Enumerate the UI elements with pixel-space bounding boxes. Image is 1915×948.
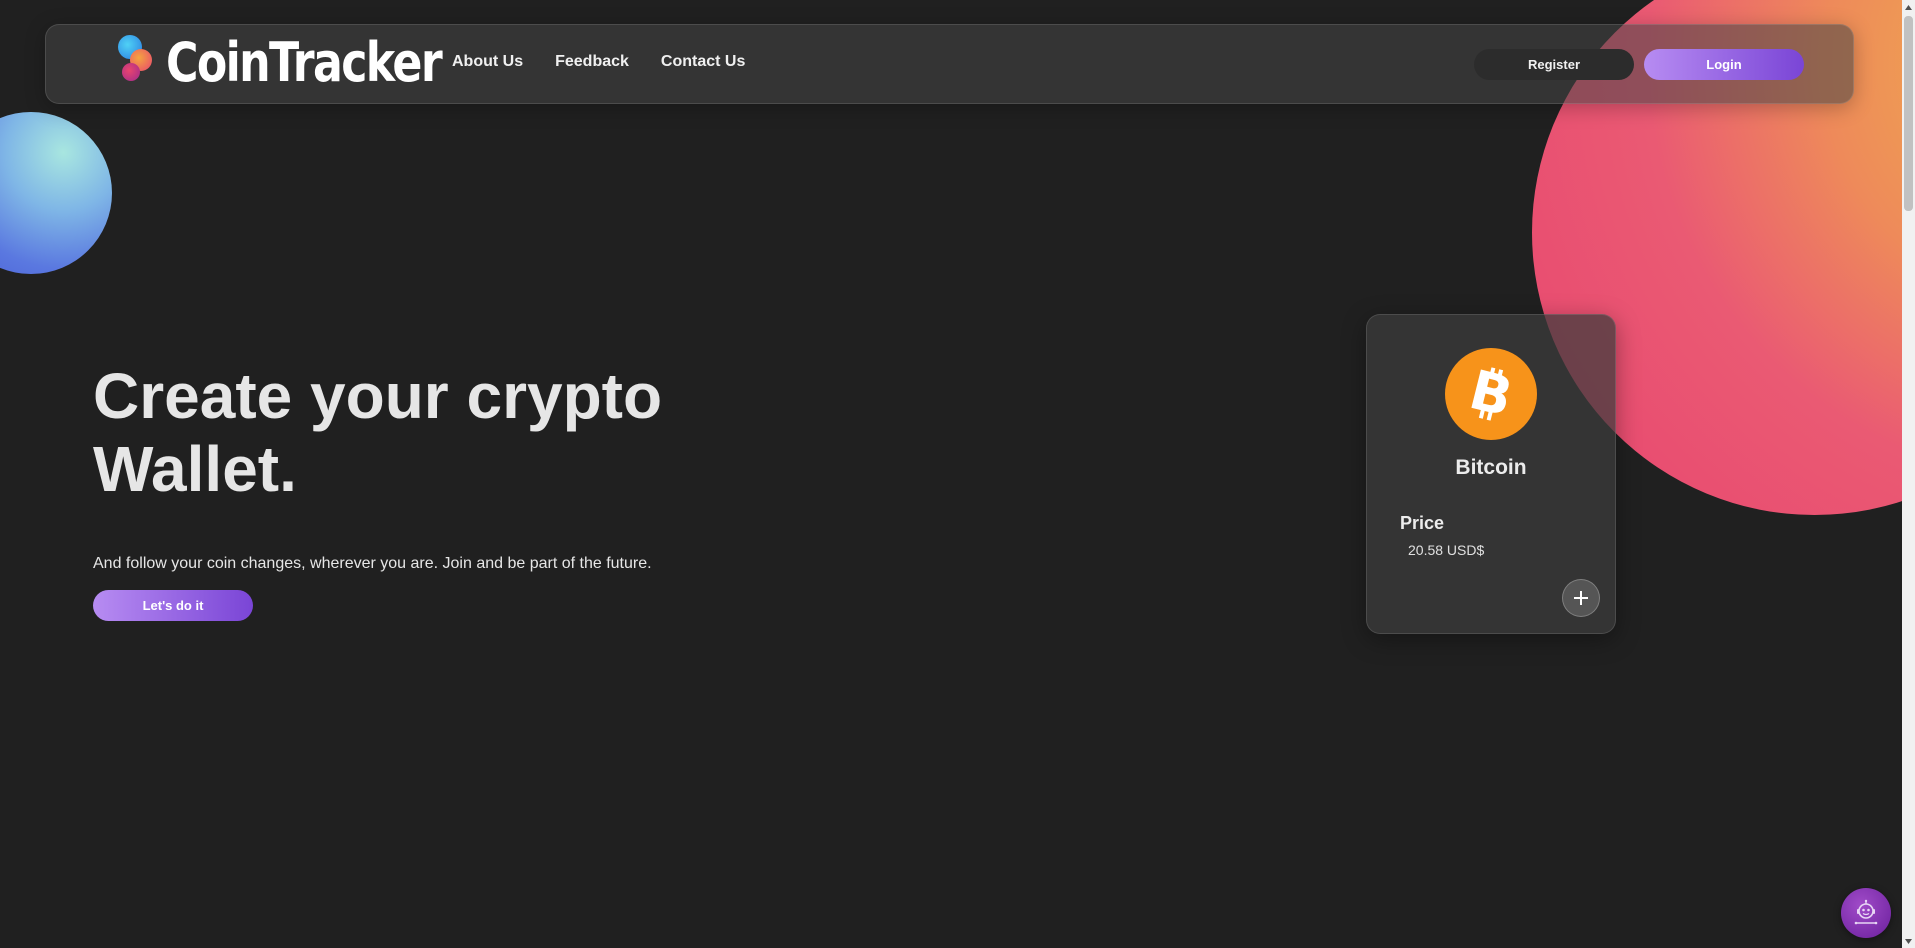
robot-icon [1854, 899, 1878, 925]
bitcoin-icon: B [1445, 348, 1537, 440]
scroll-up-arrow-icon[interactable] [1902, 0, 1915, 14]
register-button[interactable]: Register [1474, 49, 1634, 80]
nav-feedback[interactable]: Feedback [555, 53, 629, 71]
nav-contact-us[interactable]: Contact Us [661, 53, 745, 71]
assistant-button[interactable] [1841, 888, 1891, 938]
coin-name: Bitcoin [1455, 456, 1527, 479]
price-value: 20.58 USD$ [1408, 542, 1485, 558]
decorative-blue-blob [0, 112, 112, 274]
hero-title-line1: Create your crypto [93, 360, 663, 432]
vertical-scrollbar[interactable] [1902, 0, 1915, 948]
nav-about-us[interactable]: About Us [452, 53, 523, 71]
hero-title-line2: Wallet. [93, 433, 297, 505]
plus-icon [1574, 591, 1588, 605]
add-coin-button[interactable] [1562, 579, 1600, 617]
page: CoinTracker About Us Feedback Contact Us… [0, 0, 1915, 948]
cta-button[interactable]: Let's do it [93, 590, 253, 621]
hero-subtitle: And follow your coin changes, wherever y… [93, 555, 652, 572]
scrollbar-thumb[interactable] [1904, 16, 1913, 211]
logo-text[interactable]: CoinTracker [166, 31, 443, 95]
scroll-down-arrow-icon[interactable] [1902, 934, 1915, 948]
hero-title: Create your crypto Wallet. [93, 360, 793, 506]
logo-icon[interactable] [116, 35, 160, 85]
price-label: Price [1400, 513, 1445, 533]
navbar: CoinTracker About Us Feedback Contact Us… [45, 24, 1854, 104]
login-button[interactable]: Login [1644, 49, 1804, 80]
coin-card: B Bitcoin Price 20.58 USD$ [1366, 314, 1616, 634]
main-nav: About Us Feedback Contact Us [452, 53, 745, 71]
